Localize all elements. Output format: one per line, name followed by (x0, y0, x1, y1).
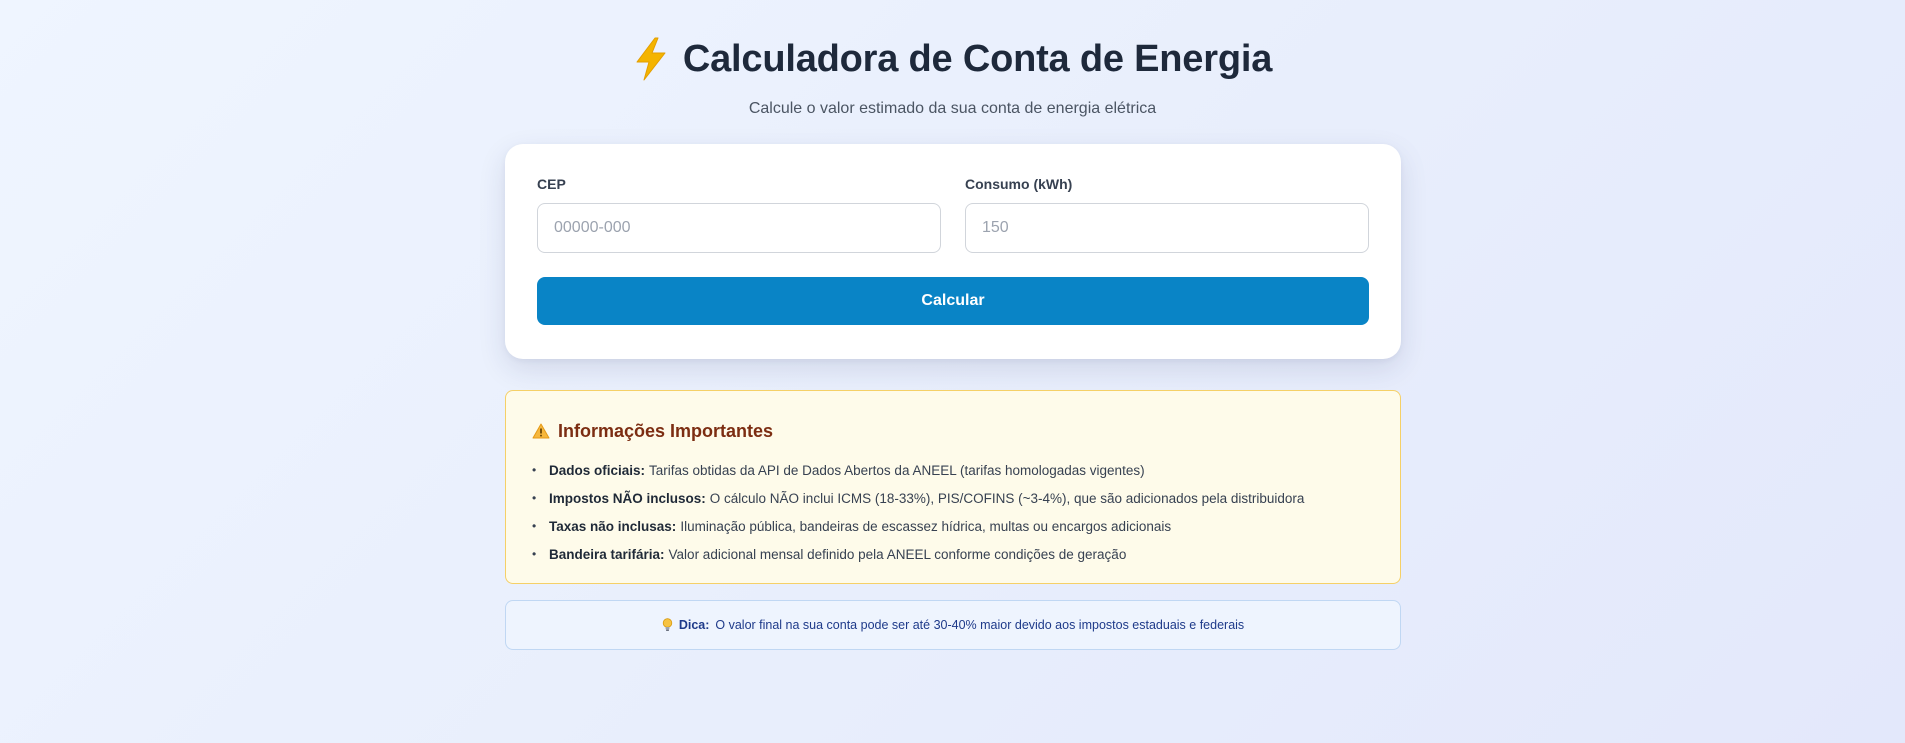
page-subtitle: Calcule o valor estimado da sua conta de… (748, 100, 1157, 117)
title-row: Calculadora de Conta de Energia (0, 30, 1905, 88)
cep-input[interactable] (537, 203, 941, 253)
consumo-field-group: Consumo (kWh) (965, 176, 1369, 253)
info-item-label: Bandeira tarifária: (549, 546, 665, 562)
page-title: Calculadora de Conta de Energia (682, 37, 1273, 80)
info-item-label: Dados oficiais: (549, 462, 646, 478)
tip-text: O valor final na sua conta pode ser até … (715, 618, 1245, 632)
bullet-icon: • (532, 547, 537, 561)
calculator-form-card: CEP Consumo (kWh) Calcular (505, 144, 1401, 359)
warning-icon (532, 423, 550, 439)
info-item-text: Iluminação pública, bandeiras de escasse… (680, 518, 1172, 534)
page-header: Calculadora de Conta de Energia Calcule … (0, 30, 1905, 118)
list-item: • Impostos NÃO inclusos: O cálculo NÃO i… (532, 484, 1374, 512)
info-item-label: Impostos NÃO inclusos: (549, 490, 706, 506)
info-item-text: O cálculo NÃO inclui ICMS (18-33%), PIS/… (709, 490, 1305, 506)
info-heading: Informações Importantes (532, 419, 1374, 443)
bullet-icon: • (532, 463, 537, 477)
tip-label: Dica: (678, 618, 710, 632)
consumo-label: Consumo (kWh) (965, 176, 1073, 192)
info-item-text: Valor adicional mensal definido pela ANE… (668, 546, 1127, 562)
bullet-icon: • (532, 491, 537, 505)
calcular-button[interactable]: Calcular (537, 277, 1369, 325)
page: Calculadora de Conta de Energia Calcule … (0, 0, 1905, 743)
cep-label: CEP (537, 176, 566, 192)
form-fields: CEP Consumo (kWh) (537, 176, 1369, 253)
info-item-label: Taxas não inclusas: (549, 518, 677, 534)
info-list: • Dados oficiais: Tarifas obtidas da API… (532, 456, 1374, 568)
info-title: Informações Importantes (558, 420, 774, 441)
lightbulb-icon (662, 618, 673, 632)
tip-box: Dica: O valor final na sua conta pode se… (505, 600, 1401, 650)
important-info-box: Informações Importantes • Dados oficiais… (505, 390, 1401, 584)
cep-field-group: CEP (537, 176, 941, 253)
list-item: • Dados oficiais: Tarifas obtidas da API… (532, 456, 1374, 484)
list-item: • Bandeira tarifária: Valor adicional me… (532, 540, 1374, 568)
list-item: • Taxas não inclusas: Iluminação pública… (532, 512, 1374, 540)
info-item-text: Tarifas obtidas da API de Dados Abertos … (649, 462, 1145, 478)
lightning-bolt-icon (633, 36, 669, 82)
consumo-input[interactable] (965, 203, 1369, 253)
bullet-icon: • (532, 519, 537, 533)
